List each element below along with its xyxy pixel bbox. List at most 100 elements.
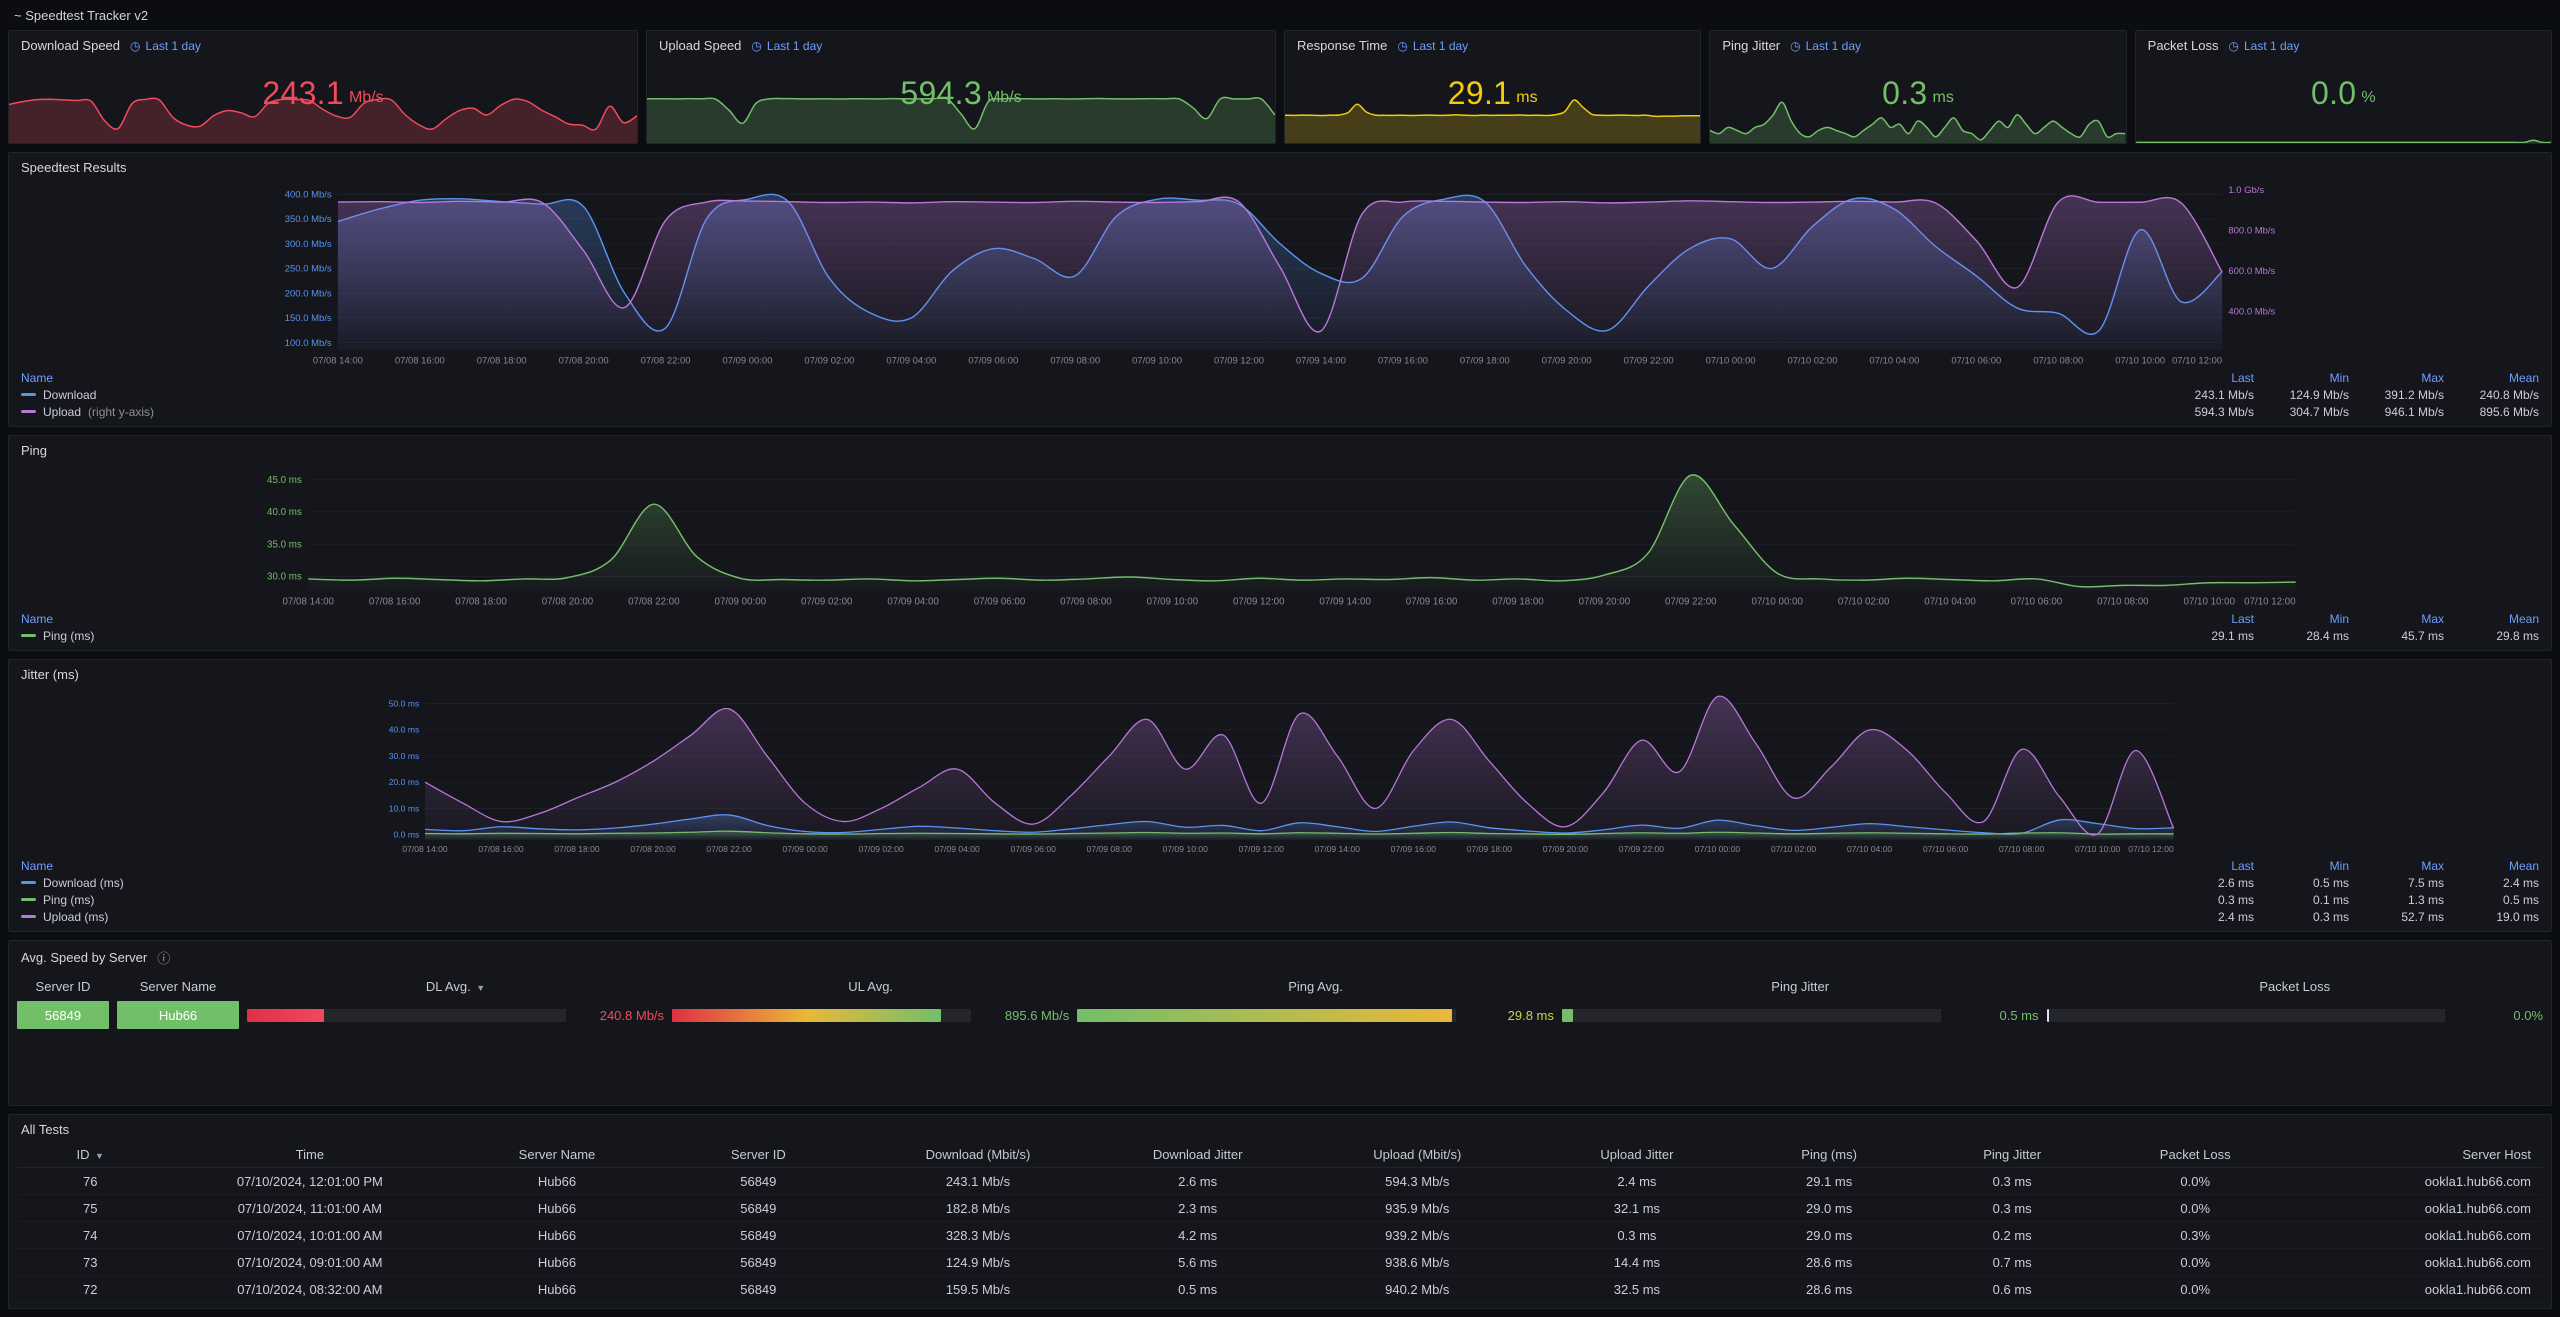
clock-icon: ◷ [130,39,140,53]
table-cell: 0.3 ms [1921,1174,2104,1189]
column-header[interactable]: Packet Loss [2047,979,2544,994]
sparkline-area [1710,102,2125,143]
x-axis-label: 07/08 16:00 [369,596,421,607]
legend-series[interactable]: Upload(right y-axis) [21,405,2159,419]
legend-column-header[interactable]: Mean [2444,612,2539,626]
panel-title[interactable]: Speedtest Results [21,160,127,175]
time-range-link[interactable]: ◷ Last 1 day [751,39,822,53]
x-axis-label: 07/08 14:00 [313,355,363,366]
legend-column-header[interactable]: Max [2349,371,2444,385]
legend-series[interactable]: Download (ms) [21,876,2159,890]
table-cell: 0.3 ms [1536,1228,1737,1243]
ping-chart[interactable]: 30.0 ms35.0 ms40.0 ms45.0 ms07/08 14:000… [9,462,2551,610]
gauge-track [2047,1009,2446,1022]
column-header[interactable]: Server Host [2287,1147,2543,1162]
column-header[interactable]: DL Avg. ▼ [247,979,664,994]
legend-value: 946.1 Mb/s [2349,405,2444,419]
legend-column-header[interactable]: Mean [2444,371,2539,385]
table-cell: 14.4 ms [1536,1255,1737,1270]
legend-name-header[interactable]: Name [21,612,2159,626]
table-cell: 328.3 Mb/s [859,1228,1097,1243]
x-axis-label: 07/09 00:00 [782,844,828,854]
legend-row: Upload(right y-axis)594.3 Mb/s304.7 Mb/s… [21,403,2539,420]
y-axis-label: 30.0 ms [389,751,420,761]
column-header[interactable]: Upload Jitter [1536,1147,1737,1162]
legend-column-header[interactable]: Min [2254,612,2349,626]
panel-title[interactable]: Ping Jitter [1722,38,1780,53]
legend-series[interactable]: Ping (ms) [21,893,2159,907]
legend-series[interactable]: Upload (ms) [21,910,2159,924]
column-header[interactable]: Packet Loss [2104,1147,2287,1162]
panel-jitter: Jitter (ms) 0.0 ms10.0 ms20.0 ms30.0 ms4… [8,659,2552,932]
x-axis-label: 07/09 16:00 [1378,355,1428,366]
legend-column-header[interactable]: Mean [2444,859,2539,873]
legend-column-header[interactable]: Min [2254,859,2349,873]
dashboard-title[interactable]: ~ Speedtest Tracker v2 [14,8,148,23]
panel-header: Ping Jitter ◷ Last 1 day [1710,31,2125,57]
legend-name-header[interactable]: Name [21,371,2159,385]
panel-header: Response Time ◷ Last 1 day [1285,31,1700,57]
all-tests-table: ID ▼TimeServer NameServer IDDownload (Mb… [9,1141,2551,1308]
column-header[interactable]: Ping Jitter [1562,979,2039,994]
x-axis-label: 07/09 20:00 [1579,596,1631,607]
x-axis-label: 07/08 20:00 [542,596,594,607]
panel-title[interactable]: All Tests [21,1122,69,1137]
panel-download-speed: Download Speed ◷ Last 1 day 243.1 Mb/s [8,30,638,144]
legend-value: 28.4 ms [2254,629,2349,643]
column-header[interactable]: Server Name [117,979,239,994]
time-range-link[interactable]: ◷ Last 1 day [130,39,201,53]
gauge-value: 29.8 ms [1466,1008,1554,1023]
time-range-link[interactable]: ◷ Last 1 day [1397,39,1468,53]
legend-column-header[interactable]: Max [2349,612,2444,626]
panel-title[interactable]: Jitter (ms) [21,667,79,682]
sparkline [1710,96,2125,143]
legend-row: Download (ms)2.6 ms0.5 ms7.5 ms2.4 ms [21,874,2539,891]
legend-column-header[interactable]: Last [2159,371,2254,385]
time-range-link[interactable]: ◷ Last 1 day [2228,39,2299,53]
x-axis-label: 07/10 06:00 [1951,355,2001,366]
info-icon[interactable]: ⓘ [157,948,170,967]
column-header[interactable]: ID ▼ [17,1147,163,1162]
time-range-link[interactable]: ◷ Last 1 day [1790,39,1861,53]
panel-title[interactable]: Download Speed [21,38,120,53]
column-header[interactable]: UL Avg. [672,979,1069,994]
y-axis-label: 200.0 Mb/s [285,288,332,299]
table-cell: 29.0 ms [1738,1201,1921,1216]
legend-name-header[interactable]: Name [21,859,2159,873]
legend-value: 52.7 ms [2349,910,2444,924]
panel-title[interactable]: Avg. Speed by Server [21,950,147,965]
legend-series[interactable]: Ping (ms) [21,629,2159,643]
sparkline [647,96,1275,143]
x-axis-label: 07/10 02:00 [1771,844,1817,854]
panel-title[interactable]: Ping [21,443,47,458]
legend-column-header[interactable]: Last [2159,859,2254,873]
column-header[interactable]: Download (Mbit/s) [859,1147,1097,1162]
x-axis-label: 07/10 12:00 [2172,355,2222,366]
column-header[interactable]: Server ID [17,979,109,994]
speedtest-results-chart[interactable]: 100.0 Mb/s150.0 Mb/s200.0 Mb/s250.0 Mb/s… [9,179,2551,369]
column-header[interactable]: Ping Avg. [1077,979,1554,994]
legend-series[interactable]: Download [21,388,2159,402]
x-axis-label: 07/08 20:00 [559,355,609,366]
column-header[interactable]: Server Name [456,1147,657,1162]
column-header[interactable]: Server ID [658,1147,859,1162]
table-cell: 0.7 ms [1921,1255,2104,1270]
table-cell: 56849 [658,1228,859,1243]
panel-title[interactable]: Upload Speed [659,38,741,53]
table-cell: 4.2 ms [1097,1228,1298,1243]
column-header[interactable]: Ping (ms) [1738,1147,1921,1162]
column-header[interactable]: Download Jitter [1097,1147,1298,1162]
y-axis-label: 100.0 Mb/s [285,338,332,349]
x-axis-label: 07/10 06:00 [2011,596,2063,607]
panel-title[interactable]: Packet Loss [2148,38,2219,53]
table-cell: 0.2 ms [1921,1228,2104,1243]
legend-column-header[interactable]: Max [2349,859,2444,873]
legend-column-header[interactable]: Min [2254,371,2349,385]
column-header[interactable]: Ping Jitter [1921,1147,2104,1162]
column-header[interactable]: Upload (Mbit/s) [1298,1147,1536,1162]
jitter-chart[interactable]: 0.0 ms10.0 ms20.0 ms30.0 ms40.0 ms50.0 m… [9,686,2551,857]
legend-column-header[interactable]: Last [2159,612,2254,626]
panel-title[interactable]: Response Time [1297,38,1387,53]
chart-legend: NameLastMinMaxMeanDownload (ms)2.6 ms0.5… [9,857,2551,931]
column-header[interactable]: Time [163,1147,456,1162]
